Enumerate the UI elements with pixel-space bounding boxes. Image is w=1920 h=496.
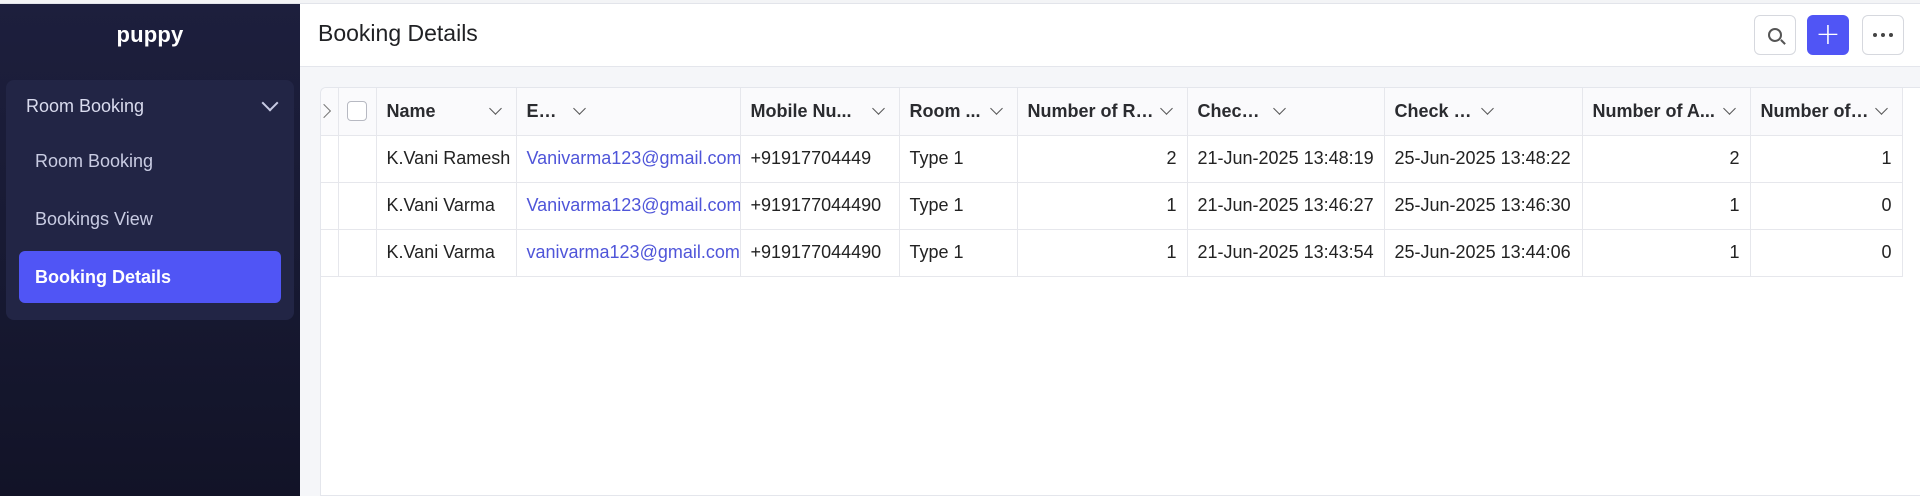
- column-header-mobile[interactable]: Mobile Nu...: [740, 88, 900, 136]
- more-icon: [1873, 33, 1893, 37]
- cell-room-type: Type 1: [899, 135, 1018, 183]
- nav-group-label: Room Booking: [26, 95, 145, 116]
- page-header: Booking Details +: [300, 4, 1920, 67]
- select-all-checkbox[interactable]: [347, 101, 367, 122]
- plus-icon: +: [1815, 17, 1841, 52]
- search-button[interactable]: [1754, 15, 1796, 55]
- chevron-down-icon[interactable]: [572, 102, 586, 116]
- cell-name: K.Vani Varma: [376, 229, 517, 277]
- row-select-cell[interactable]: [338, 229, 377, 277]
- column-header-name[interactable]: Name: [376, 88, 517, 136]
- cell-check-out: 25-Jun-2025 13:46:30: [1384, 182, 1583, 230]
- chevron-down-icon[interactable]: [871, 102, 885, 116]
- cell-email-link[interactable]: Vanivarma123@gmail.com: [516, 182, 741, 230]
- chevron-down-icon[interactable]: [1272, 102, 1286, 116]
- column-header-room[interactable]: Room ...: [899, 88, 1018, 136]
- cell-name: K.Vani Ramesh: [376, 135, 517, 183]
- chevron-down-icon[interactable]: [1722, 102, 1736, 116]
- cell-room-type: Type 1: [899, 182, 1018, 230]
- cell-mobile: +91917704449: [740, 135, 900, 183]
- main-content: Booking Details + Name Ema Mobile Nu... …: [300, 4, 1920, 496]
- table-row[interactable]: K.Vani Varma Vanivarma123@gmail.com +919…: [321, 182, 1903, 230]
- bookings-table-card: Name Email Mobile Nu... Room ... Number …: [320, 87, 1920, 496]
- row-select-cell[interactable]: [338, 182, 377, 230]
- cell-mobile: +919177044490: [740, 182, 900, 230]
- page-title: Booking Details: [318, 20, 478, 46]
- sidebar-item-booking-details[interactable]: Booking Details: [19, 251, 281, 303]
- cell-mobile: +919177044490: [740, 229, 900, 277]
- cell-check-in: 21-Jun-2025 13:48:19: [1187, 135, 1385, 183]
- cell-number-of-adults: 2: [1582, 135, 1751, 183]
- sidebar-item-room-booking[interactable]: Room Booking: [19, 135, 281, 187]
- cell-number-of-children: 0: [1750, 229, 1903, 277]
- cell-number-of-adults: 1: [1582, 182, 1751, 230]
- cell-number-of-rooms: 1: [1017, 229, 1188, 277]
- cell-check-out: 25-Jun-2025 13:44:06: [1384, 229, 1583, 277]
- chevron-right-icon: [321, 104, 332, 119]
- cell-number-of-adults: 1: [1582, 229, 1751, 277]
- cell-check-in: 21-Jun-2025 13:43:54: [1187, 229, 1385, 277]
- add-button[interactable]: +: [1807, 15, 1849, 55]
- cell-check-in: 21-Jun-2025 13:46:27: [1187, 182, 1385, 230]
- chevron-down-icon[interactable]: [989, 102, 1003, 116]
- chevron-down-icon[interactable]: [1874, 102, 1888, 116]
- sidebar-item-bookings-view[interactable]: Bookings View: [19, 193, 281, 245]
- expand-column-header[interactable]: [321, 88, 339, 136]
- sidebar-item-label: Bookings View: [35, 208, 153, 229]
- column-header-number-of-rooms[interactable]: Number of Ro...: [1017, 88, 1188, 136]
- nav-group-room-booking: Room Booking Room Booking Bookings View …: [6, 80, 294, 320]
- sidebar-item-label: Booking Details: [35, 266, 172, 287]
- cell-number-of-rooms: 2: [1017, 135, 1188, 183]
- cell-number-of-children: 1: [1750, 135, 1903, 183]
- table-row[interactable]: K.Vani Varma vanivarma123@gmail.com +919…: [321, 229, 1903, 277]
- chevron-down-icon: [261, 94, 279, 112]
- cell-room-type: Type 1: [899, 229, 1018, 277]
- column-header-number-of-children[interactable]: Number of ...: [1750, 88, 1903, 136]
- column-header-number-of-adults[interactable]: Number of A...: [1582, 88, 1751, 136]
- column-header-check-in[interactable]: Check In: [1187, 88, 1385, 136]
- search-icon: [1768, 28, 1782, 42]
- more-options-button[interactable]: [1862, 15, 1904, 55]
- cell-check-out: 25-Jun-2025 13:48:22: [1384, 135, 1583, 183]
- chevron-down-icon[interactable]: [1480, 102, 1494, 116]
- nav-group-header[interactable]: Room Booking: [6, 80, 294, 132]
- row-expander-cell: [321, 182, 339, 230]
- row-expander-cell: [321, 135, 339, 183]
- cell-name: K.Vani Varma: [376, 182, 517, 230]
- column-header-email[interactable]: Email: [516, 88, 741, 136]
- row-select-cell[interactable]: [338, 135, 377, 183]
- sidebar-item-label: Room Booking: [35, 150, 154, 171]
- table-row[interactable]: K.Vani Ramesh Vanivarma123@gmail.com +91…: [321, 135, 1903, 183]
- cell-email-link[interactable]: Vanivarma123@gmail.com: [516, 135, 741, 183]
- cell-number-of-rooms: 1: [1017, 182, 1188, 230]
- table-header-row: Name Email Mobile Nu... Room ... Number …: [321, 88, 1903, 136]
- chevron-down-icon[interactable]: [1159, 102, 1173, 116]
- sidebar: puppy Room Booking Room Booking Bookings…: [0, 4, 300, 496]
- row-expander-cell: [321, 229, 339, 277]
- chevron-down-icon[interactable]: [488, 102, 502, 116]
- select-all-header[interactable]: [338, 88, 377, 136]
- bookings-table: Name Email Mobile Nu... Room ... Number …: [321, 88, 1903, 277]
- cell-number-of-children: 0: [1750, 182, 1903, 230]
- column-header-check-out[interactable]: Check Out: [1384, 88, 1583, 136]
- cell-email-link[interactable]: vanivarma123@gmail.com: [516, 229, 741, 277]
- app-logo: puppy: [116, 22, 184, 47]
